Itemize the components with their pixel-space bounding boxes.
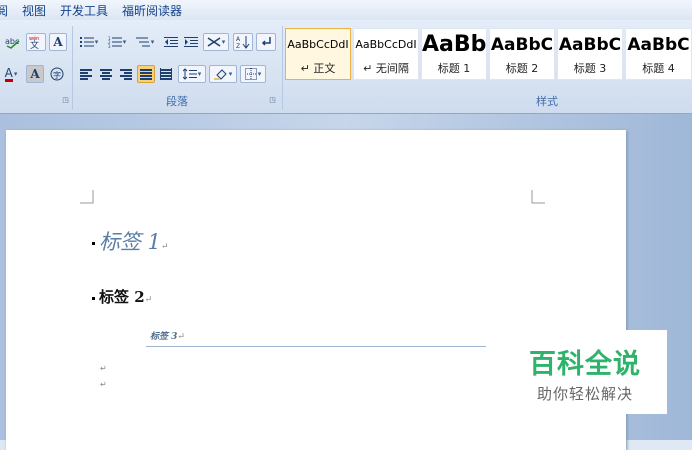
heading-2-paragraph[interactable]: 标签 2↵	[92, 286, 152, 307]
margin-corner-top-left	[80, 190, 94, 204]
style-heading-3[interactable]: AaBbC 标题 3	[557, 28, 623, 80]
style-sample: AaBbC	[490, 35, 554, 55]
borders-icon[interactable]: ▾	[240, 65, 266, 83]
watermark-logo: 百科全说 助你轻松解决	[503, 330, 667, 414]
style-sample: AaBbCcDdI	[355, 38, 417, 51]
menu-review[interactable]: 阅	[0, 2, 15, 19]
increase-indent-icon[interactable]	[182, 33, 200, 51]
paragraph-group-label: 段落	[166, 95, 188, 108]
heading-1-paragraph[interactable]: 标签 1↵	[92, 226, 169, 256]
style-name: 标题 4	[642, 62, 675, 75]
spelling-icon[interactable]: abc	[3, 33, 23, 51]
heading-1-text: 标签 1	[99, 230, 162, 254]
menu-bar: 阅 视图 开发工具 福昕阅读器	[0, 0, 692, 21]
paragraph-dialog-launcher-icon[interactable]: ◳	[268, 96, 277, 105]
svg-text:abc: abc	[5, 37, 19, 46]
bullets-icon[interactable]: ▾	[76, 33, 102, 51]
heading-3-underline	[146, 346, 486, 347]
line-spacing-icon[interactable]: ▾	[178, 65, 206, 83]
paragraph-mark: ↵	[161, 242, 169, 252]
style-heading-4[interactable]: AaBbC 标题 4	[625, 28, 692, 80]
character-shading-icon[interactable]: A	[26, 65, 44, 83]
paragraph-mark: ↵	[144, 295, 153, 305]
styles-group-label: 样式	[536, 95, 558, 108]
align-left-icon[interactable]	[77, 65, 95, 83]
style-name: ↵ 正文	[300, 62, 336, 75]
font-color-icon[interactable]: A ▾	[0, 65, 22, 83]
style-sample: AaBbC	[558, 35, 622, 55]
character-border-icon[interactable]: A	[49, 33, 67, 51]
multilevel-list-icon[interactable]: ▾	[132, 33, 158, 51]
phonetic-guide-icon[interactable]: wén 文	[26, 33, 46, 51]
style-name: 标题 3	[573, 62, 607, 75]
svg-text:A: A	[236, 36, 241, 43]
heading-3-paragraph[interactable]: 标签 3↵	[150, 329, 185, 342]
heading-2-text: 标签 2	[99, 288, 145, 306]
watermark-title: 百科全说	[529, 349, 641, 380]
style-name: 标题 1	[437, 62, 471, 75]
menu-foxit-reader[interactable]: 福昕阅读器	[115, 2, 189, 19]
style-name: ↵ 无间隔	[363, 62, 409, 75]
watermark-subtitle: 助你轻松解决	[536, 385, 633, 403]
align-center-icon[interactable]	[97, 65, 115, 83]
paragraph-bullet	[92, 242, 95, 245]
style-sample: AaBbCcDdI	[287, 38, 349, 51]
font-dialog-launcher-icon[interactable]: ◳	[61, 96, 70, 105]
enclose-characters-icon[interactable]: 字	[48, 65, 66, 83]
svg-text:字: 字	[53, 70, 61, 80]
style-normal[interactable]: AaBbCcDdI ↵ 正文	[285, 28, 351, 80]
svg-text:3: 3	[108, 44, 111, 48]
menu-view[interactable]: 视图	[15, 2, 53, 19]
group-separator	[282, 26, 283, 110]
chinese-layout-icon[interactable]: ▾	[203, 33, 229, 51]
align-right-icon[interactable]	[117, 65, 135, 83]
numbering-icon[interactable]: 1 2 3 ▾	[104, 33, 130, 51]
menu-developer[interactable]: 开发工具	[53, 2, 115, 19]
style-sample: AaBb	[422, 32, 486, 57]
ribbon: abc wén 文 A A ▾ A 字 ◳ ▾ 1 2 3 ▾ ▾ ▾ AZ ▾…	[0, 20, 692, 114]
paragraph-bullet	[92, 296, 95, 300]
show-hide-marks-icon[interactable]	[256, 33, 276, 51]
empty-paragraph-mark[interactable]: ↵	[100, 364, 107, 373]
decrease-indent-icon[interactable]	[162, 33, 180, 51]
style-name: 标题 2	[505, 62, 539, 75]
distributed-icon[interactable]	[157, 65, 175, 83]
style-no-spacing[interactable]: AaBbCcDdI ↵ 无间隔	[353, 28, 419, 80]
style-sample: AaBbC	[627, 35, 690, 55]
sort-icon[interactable]: AZ	[233, 33, 253, 51]
empty-paragraph-mark[interactable]: ↵	[100, 380, 107, 389]
svg-text:文: 文	[30, 39, 39, 49]
shading-icon[interactable]: ▾	[209, 65, 237, 83]
margin-corner-top-right	[531, 190, 545, 204]
paragraph-mark: ↵	[177, 332, 185, 342]
style-heading-1[interactable]: AaBb 标题 1	[421, 28, 487, 80]
justify-icon[interactable]	[137, 65, 155, 83]
style-heading-2[interactable]: AaBbC 标题 2	[489, 28, 555, 80]
svg-text:Z: Z	[236, 43, 240, 49]
heading-3-text: 标签 3	[150, 332, 178, 342]
